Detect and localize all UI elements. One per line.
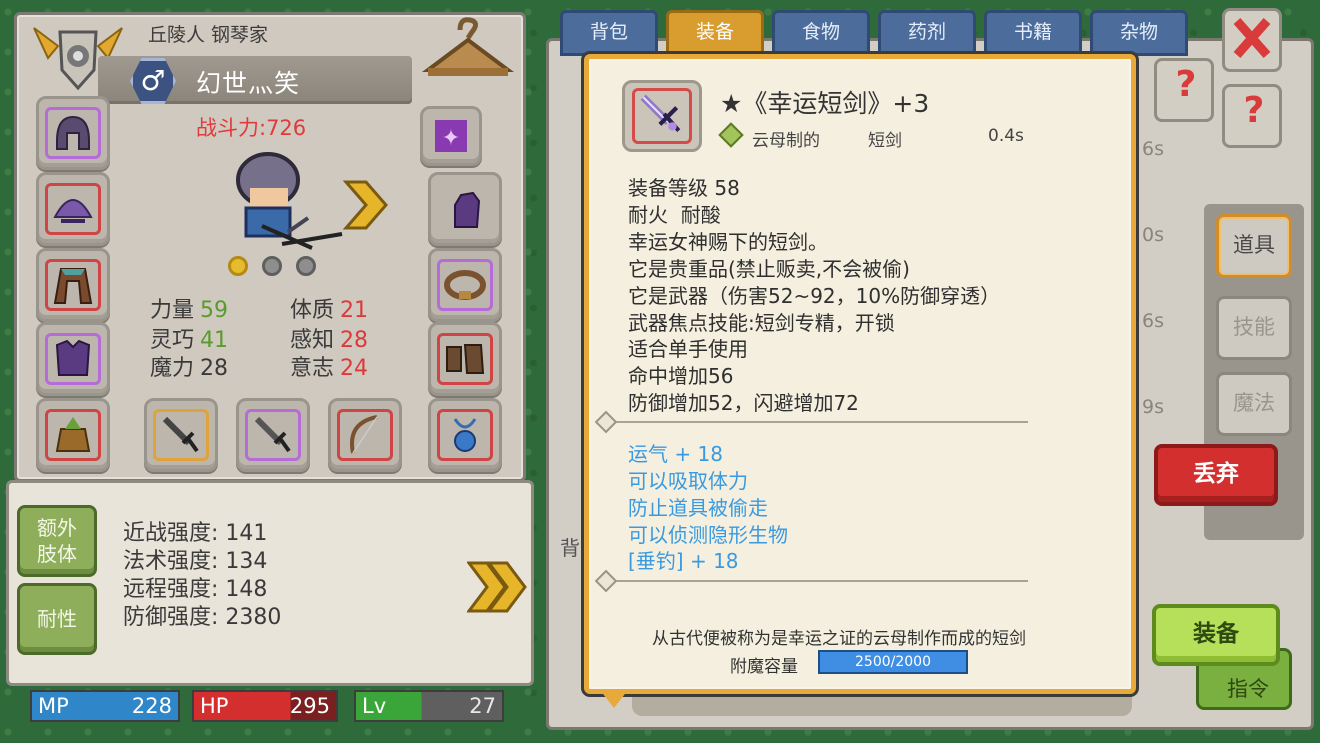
- item-desc-line: 武器焦点技能:短剑专精，开锁: [628, 311, 895, 335]
- tab-food[interactable]: 食物: [772, 10, 870, 56]
- bow-icon: [350, 415, 378, 454]
- cloak-icon: [53, 268, 93, 304]
- rune-slot[interactable]: ✦: [420, 106, 482, 166]
- shell-icon: [53, 199, 93, 223]
- armor-slot[interactable]: [36, 322, 110, 396]
- item-desc-line: 适合单手使用: [628, 337, 748, 361]
- rune-icon: ✦: [435, 120, 467, 152]
- resistance-button[interactable]: 耐性: [17, 583, 97, 655]
- item-type: 短剑: [868, 131, 902, 151]
- character-avatar: [236, 152, 343, 250]
- boots-slot[interactable]: [428, 322, 502, 396]
- tab-skills[interactable]: 技能: [1216, 296, 1292, 360]
- divider: [606, 421, 1028, 423]
- stat-will: 意志 24: [290, 356, 369, 381]
- cloak-slot[interactable]: [36, 248, 110, 322]
- close-button[interactable]: [1222, 8, 1282, 72]
- item-lore: 从古代便被称为是幸运之证的云母制作而成的短剑: [652, 629, 1026, 649]
- item-desc-line: 它是武器（伤害52~92，10%防御穿透）: [628, 284, 1001, 308]
- item-desc-line: 它是贵重品(禁止贩卖,不会被偷): [628, 257, 910, 281]
- item-time: 0s: [1142, 224, 1164, 246]
- item-title: ★《幸运短剑》+3: [720, 89, 930, 118]
- equip-button[interactable]: 装备: [1152, 604, 1280, 666]
- tab-backpack[interactable]: 背包: [560, 10, 658, 56]
- item-desc-line: 幸运女神赐下的短剑。: [628, 230, 828, 254]
- stat-constitution: 体质 21: [290, 298, 369, 323]
- extra-limbs-button[interactable]: 额外 肢体: [17, 505, 97, 577]
- tooltip-tail: [600, 690, 628, 708]
- armor-icon: [55, 339, 91, 376]
- dagger-icon: [162, 416, 199, 453]
- svg-text:✦: ✦: [442, 126, 460, 151]
- tab-magic[interactable]: 魔法: [1216, 372, 1292, 436]
- tab-items[interactable]: 道具: [1216, 214, 1292, 278]
- character-title: 丘陵人 钢琴家: [148, 24, 269, 46]
- belt-icon: [444, 270, 486, 300]
- ranged-slot[interactable]: [328, 398, 402, 472]
- gauntlet-slot[interactable]: [428, 172, 502, 246]
- character-name: 幻世灬笑: [196, 69, 301, 98]
- dagger-icon: [254, 416, 291, 453]
- defense-strength: 防御强度: 2380: [123, 605, 282, 630]
- belt-slot[interactable]: [428, 248, 502, 322]
- amulet-slot[interactable]: [428, 398, 502, 472]
- stat-strength: 力量 59: [150, 298, 229, 323]
- double-arrow-icon[interactable]: [467, 561, 527, 613]
- item-desc-line: 耐火 耐酸: [628, 203, 721, 227]
- hanger-icon[interactable]: [420, 16, 516, 86]
- amulet-icon: [453, 418, 477, 452]
- gauntlet-icon: [454, 191, 481, 228]
- item-time: 6s: [1142, 310, 1164, 332]
- tab-equipment[interactable]: 装备: [666, 10, 764, 56]
- enchant-line: [垂钓] + 18: [628, 549, 739, 573]
- weapon-slot-main[interactable]: [144, 398, 218, 472]
- help-button[interactable]: ?: [1154, 58, 1214, 122]
- helmet-icon: [56, 115, 90, 150]
- item-icon-frame: [622, 80, 702, 152]
- dagger-icon: [640, 94, 681, 133]
- question-icon: ?: [1243, 90, 1265, 131]
- close-icon: [1233, 18, 1271, 58]
- page-dot[interactable]: [228, 256, 248, 276]
- stat-magic: 魔力 28: [150, 356, 229, 381]
- item-desc-line: 装备等级 58: [628, 176, 740, 200]
- tab-books[interactable]: 书籍: [984, 10, 1082, 56]
- help-button-2[interactable]: ?: [1222, 84, 1282, 148]
- tab-potion[interactable]: 药剂: [878, 10, 976, 56]
- pouch-icon: [55, 417, 91, 452]
- enchant-line: 可以侦测隐形生物: [628, 523, 788, 547]
- strength-panel: 额外 肢体 耐性 近战强度: 141 法术强度: 134 远程强度: 148 防…: [6, 480, 534, 686]
- helmet-slot[interactable]: [36, 96, 110, 170]
- next-arrow-icon[interactable]: [342, 178, 390, 232]
- pouch-slot[interactable]: [36, 398, 110, 472]
- partial-label: 背: [560, 536, 580, 560]
- mp-bar: MP 228: [30, 690, 180, 722]
- weapon-slot-off[interactable]: [236, 398, 310, 472]
- enchant-line: 运气 + 18: [628, 442, 723, 466]
- item-desc-line: 防御增加52，闪避增加72: [628, 391, 859, 415]
- item-time: 6s: [1142, 138, 1164, 160]
- shell-slot[interactable]: [36, 172, 110, 246]
- enchant-line: 可以吸取体力: [628, 469, 748, 493]
- boots-icon: [446, 344, 485, 374]
- enchant-line: 防止道具被偷走: [628, 496, 768, 520]
- drop-button[interactable]: 丢弃: [1154, 444, 1278, 506]
- lv-bar: Lv 27: [354, 690, 504, 722]
- page-dot[interactable]: [296, 256, 316, 276]
- page-dots: [228, 256, 316, 276]
- question-icon: ?: [1175, 64, 1197, 105]
- item-desc-line: 命中增加56: [628, 364, 734, 388]
- enchant-capacity-label: 附魔容量: [730, 657, 798, 677]
- item-time: 9s: [1142, 396, 1164, 418]
- divider: [606, 580, 1028, 582]
- item-material: 云母制的: [752, 131, 820, 151]
- combat-power: 战斗力:726: [196, 116, 307, 140]
- tab-misc[interactable]: 杂物: [1090, 10, 1188, 56]
- enchant-capacity-bar: 2500/2000: [818, 650, 968, 674]
- hp-bar: HP 295: [192, 690, 338, 722]
- item-speed: 0.4s: [988, 126, 1024, 146]
- page-dot[interactable]: [262, 256, 282, 276]
